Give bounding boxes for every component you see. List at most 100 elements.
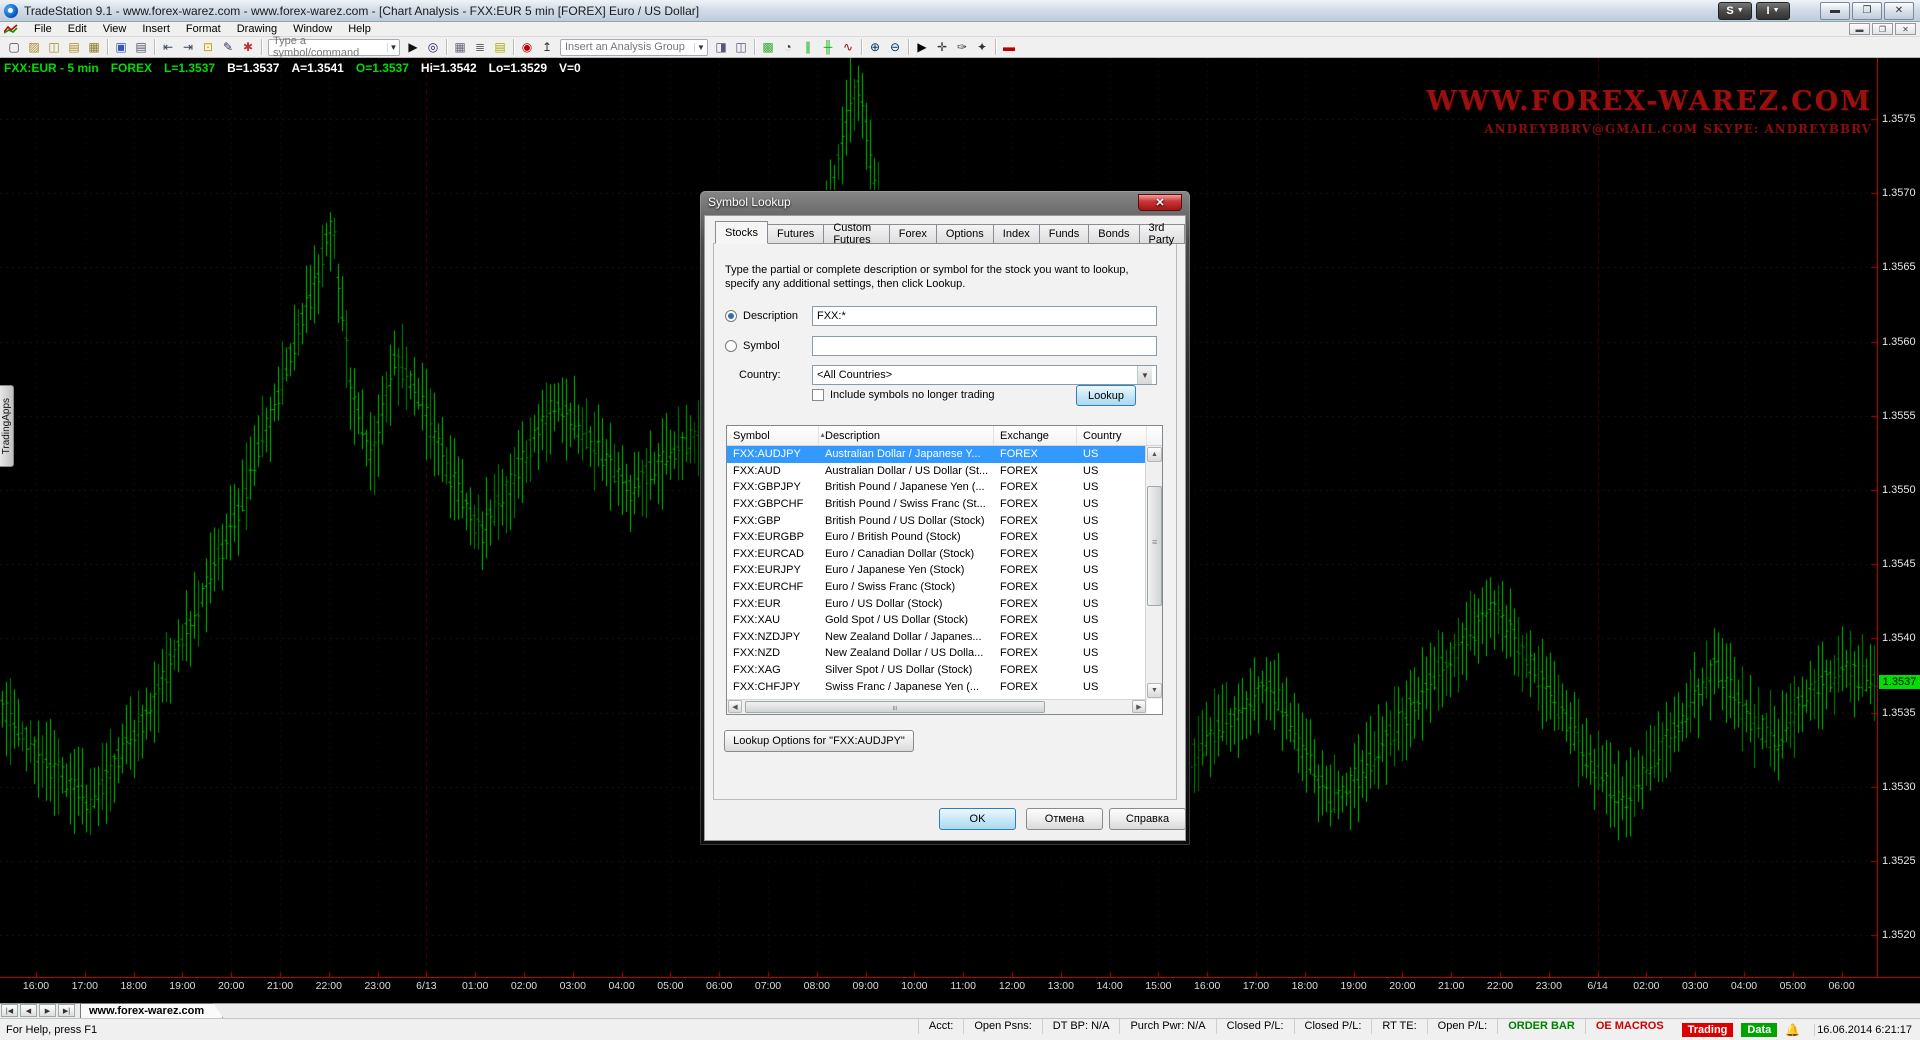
- bar-style-icon[interactable]: ╫: [818, 38, 838, 56]
- quote-board-icon[interactable]: ▤: [490, 38, 510, 56]
- cursor-icon[interactable]: ▶: [912, 38, 932, 56]
- mdi-restore-button[interactable]: ❐: [1872, 23, 1893, 35]
- drawing-tools-icon[interactable]: ✑: [952, 38, 972, 56]
- pointer-icon[interactable]: ▶: [403, 38, 423, 56]
- next-workspace-icon[interactable]: ▶: [39, 1004, 56, 1017]
- hotlist-icon[interactable]: ▩: [758, 38, 778, 56]
- column-header-description[interactable]: Description: [819, 426, 994, 445]
- workspace-tab[interactable]: www.forex-warez.com: [80, 1003, 223, 1018]
- tab-forex[interactable]: Forex: [890, 224, 937, 244]
- settings-icon[interactable]: ✦: [972, 38, 992, 56]
- new-window-icon[interactable]: ◫: [731, 38, 751, 56]
- description-input[interactable]: FXX:*: [812, 306, 1157, 326]
- matrix-icon[interactable]: ▦: [450, 38, 470, 56]
- page-setup-icon[interactable]: ▤: [64, 38, 84, 56]
- cancel-button[interactable]: Отмена: [1026, 808, 1103, 830]
- lock-icon[interactable]: ⊡: [198, 38, 218, 56]
- menu-item-drawing[interactable]: Drawing: [229, 22, 285, 36]
- tab-stocks[interactable]: Stocks: [715, 221, 768, 244]
- table-row[interactable]: FXX:GBPCHFBritish Pound / Swiss Franc (S…: [727, 496, 1147, 513]
- minimize-button[interactable]: ▬: [1820, 2, 1850, 20]
- dialog-close-button[interactable]: ✕: [1138, 194, 1182, 211]
- vertical-scrollbar[interactable]: ▲ ▼: [1145, 446, 1162, 699]
- tab-3rd-party[interactable]: 3rd Party: [1140, 224, 1186, 244]
- menu-item-edit[interactable]: Edit: [60, 22, 95, 36]
- column-header-country[interactable]: Country: [1077, 426, 1147, 445]
- menu-item-format[interactable]: Format: [178, 22, 229, 36]
- symbol-radio[interactable]: [725, 340, 737, 352]
- chevron-down-icon[interactable]: ▼: [387, 43, 399, 52]
- restore-button[interactable]: ❐: [1852, 2, 1882, 20]
- zoom-out-icon[interactable]: ⊖: [885, 38, 905, 56]
- menu-item-insert[interactable]: Insert: [134, 22, 178, 36]
- scroll-down-icon[interactable]: ▼: [1147, 683, 1162, 698]
- menu-item-view[interactable]: View: [95, 22, 135, 36]
- symbol-command-combo[interactable]: Type a symbol/command ▼: [268, 39, 400, 56]
- table-row[interactable]: FXX:EURCHFEuro / Swiss Franc (Stock)FORE…: [727, 579, 1147, 596]
- analysis-group-combo[interactable]: Insert an Analysis Group ▼: [560, 39, 708, 56]
- table-row[interactable]: FXX:EURCADEuro / Canadian Dollar (Stock)…: [727, 546, 1147, 563]
- first-workspace-icon[interactable]: |◀: [1, 1004, 18, 1017]
- table-row[interactable]: FXX:NZDNew Zealand Dollar / US Dolla...F…: [727, 645, 1147, 662]
- vertical-scroll-thumb[interactable]: [1147, 486, 1162, 606]
- tab-options[interactable]: Options: [937, 224, 994, 244]
- shortcut-i-button[interactable]: I▼: [1756, 2, 1790, 20]
- table-row[interactable]: FXX:EURJPYEuro / Japanese Yen (Stock)FOR…: [727, 562, 1147, 579]
- table-row[interactable]: FXX:EURGBPEuro / British Pound (Stock)FO…: [727, 529, 1147, 546]
- dialog-titlebar[interactable]: Symbol Lookup ✕: [700, 191, 1190, 213]
- new-workspace-icon[interactable]: ▢: [4, 38, 24, 56]
- include-symbols-checkbox[interactable]: [812, 389, 824, 401]
- zoom-in-icon[interactable]: ⊕: [865, 38, 885, 56]
- interval-clock-icon[interactable]: ◔: [778, 38, 798, 56]
- table-row[interactable]: FXX:AUDJPYAustralian Dollar / Japanese Y…: [727, 446, 1147, 463]
- horizontal-scrollbar[interactable]: ◀ ▶: [727, 699, 1147, 714]
- scroll-right-icon[interactable]: ▶: [1132, 700, 1146, 713]
- description-radio[interactable]: [725, 310, 737, 322]
- menu-item-window[interactable]: Window: [285, 22, 340, 36]
- horizontal-scroll-thumb[interactable]: [745, 701, 1045, 713]
- table-row[interactable]: FXX:XAGSilver Spot / US Dollar (Stock)FO…: [727, 662, 1147, 679]
- table-row[interactable]: FXX:GBPJPYBritish Pound / Japanese Yen (…: [727, 479, 1147, 496]
- table-row[interactable]: FXX:AUDAustralian Dollar / US Dollar (St…: [727, 463, 1147, 480]
- send-order-icon[interactable]: ↥: [537, 38, 557, 56]
- chevron-down-icon[interactable]: ▼: [1137, 366, 1152, 384]
- save-icon[interactable]: ▣: [111, 38, 131, 56]
- radarscreen-icon[interactable]: ≣: [470, 38, 490, 56]
- crosshair-icon[interactable]: ✛: [932, 38, 952, 56]
- table-row[interactable]: FXX:EUREuro / US Dollar (Stock)FOREXUS: [727, 595, 1147, 612]
- tab-custom-futures[interactable]: Custom Futures: [824, 224, 889, 244]
- open-workspace-icon[interactable]: ▨: [24, 38, 44, 56]
- trading-apps-tab[interactable]: TradingApps: [0, 385, 14, 467]
- tab-funds[interactable]: Funds: [1040, 224, 1090, 244]
- chevron-down-icon[interactable]: ▼: [694, 43, 707, 52]
- lookup-button[interactable]: Lookup: [1076, 385, 1136, 406]
- symbol-lookup-icon[interactable]: ◎: [423, 38, 443, 56]
- candlestick-style-icon[interactable]: ∥: [798, 38, 818, 56]
- mdi-close-button[interactable]: ✕: [1895, 23, 1916, 35]
- symbol-input[interactable]: [812, 336, 1157, 356]
- table-row[interactable]: FXX:GBPBritish Pound / US Dollar (Stock)…: [727, 512, 1147, 529]
- prev-workspace-icon[interactable]: ◀: [20, 1004, 37, 1017]
- workspace-icon[interactable]: ▦: [84, 38, 104, 56]
- scroll-left-icon[interactable]: ◀: [728, 700, 742, 713]
- time-axis[interactable]: [0, 977, 1920, 978]
- format-painter-icon[interactable]: ✎: [218, 38, 238, 56]
- lookup-options-button[interactable]: Lookup Options for "FXX:AUDJPY": [724, 730, 914, 752]
- import-icon[interactable]: ⇤: [158, 38, 178, 56]
- tab-bonds[interactable]: Bonds: [1089, 224, 1139, 244]
- scroll-up-icon[interactable]: ▲: [1147, 447, 1162, 462]
- color-palette-icon[interactable]: ✱: [238, 38, 258, 56]
- line-style-icon[interactable]: ∿: [838, 38, 858, 56]
- print-icon[interactable]: ▤: [131, 38, 151, 56]
- table-row[interactable]: FXX:CHFJPYSwiss Franc / Japanese Yen (..…: [727, 678, 1147, 695]
- menu-item-help[interactable]: Help: [340, 22, 379, 36]
- shortcut-s-button[interactable]: S▼: [1718, 2, 1752, 20]
- tab-index[interactable]: Index: [994, 224, 1040, 244]
- close-button[interactable]: ✕: [1884, 2, 1914, 20]
- column-header-symbol[interactable]: Symbol▲: [727, 426, 819, 445]
- mdi-minimize-button[interactable]: ▬: [1849, 23, 1870, 35]
- country-select[interactable]: <All Countries> ▼: [812, 365, 1157, 385]
- alert-bell-icon[interactable]: 🔔: [1785, 1023, 1800, 1037]
- ok-button[interactable]: OK: [939, 808, 1016, 830]
- export-icon[interactable]: ⇥: [178, 38, 198, 56]
